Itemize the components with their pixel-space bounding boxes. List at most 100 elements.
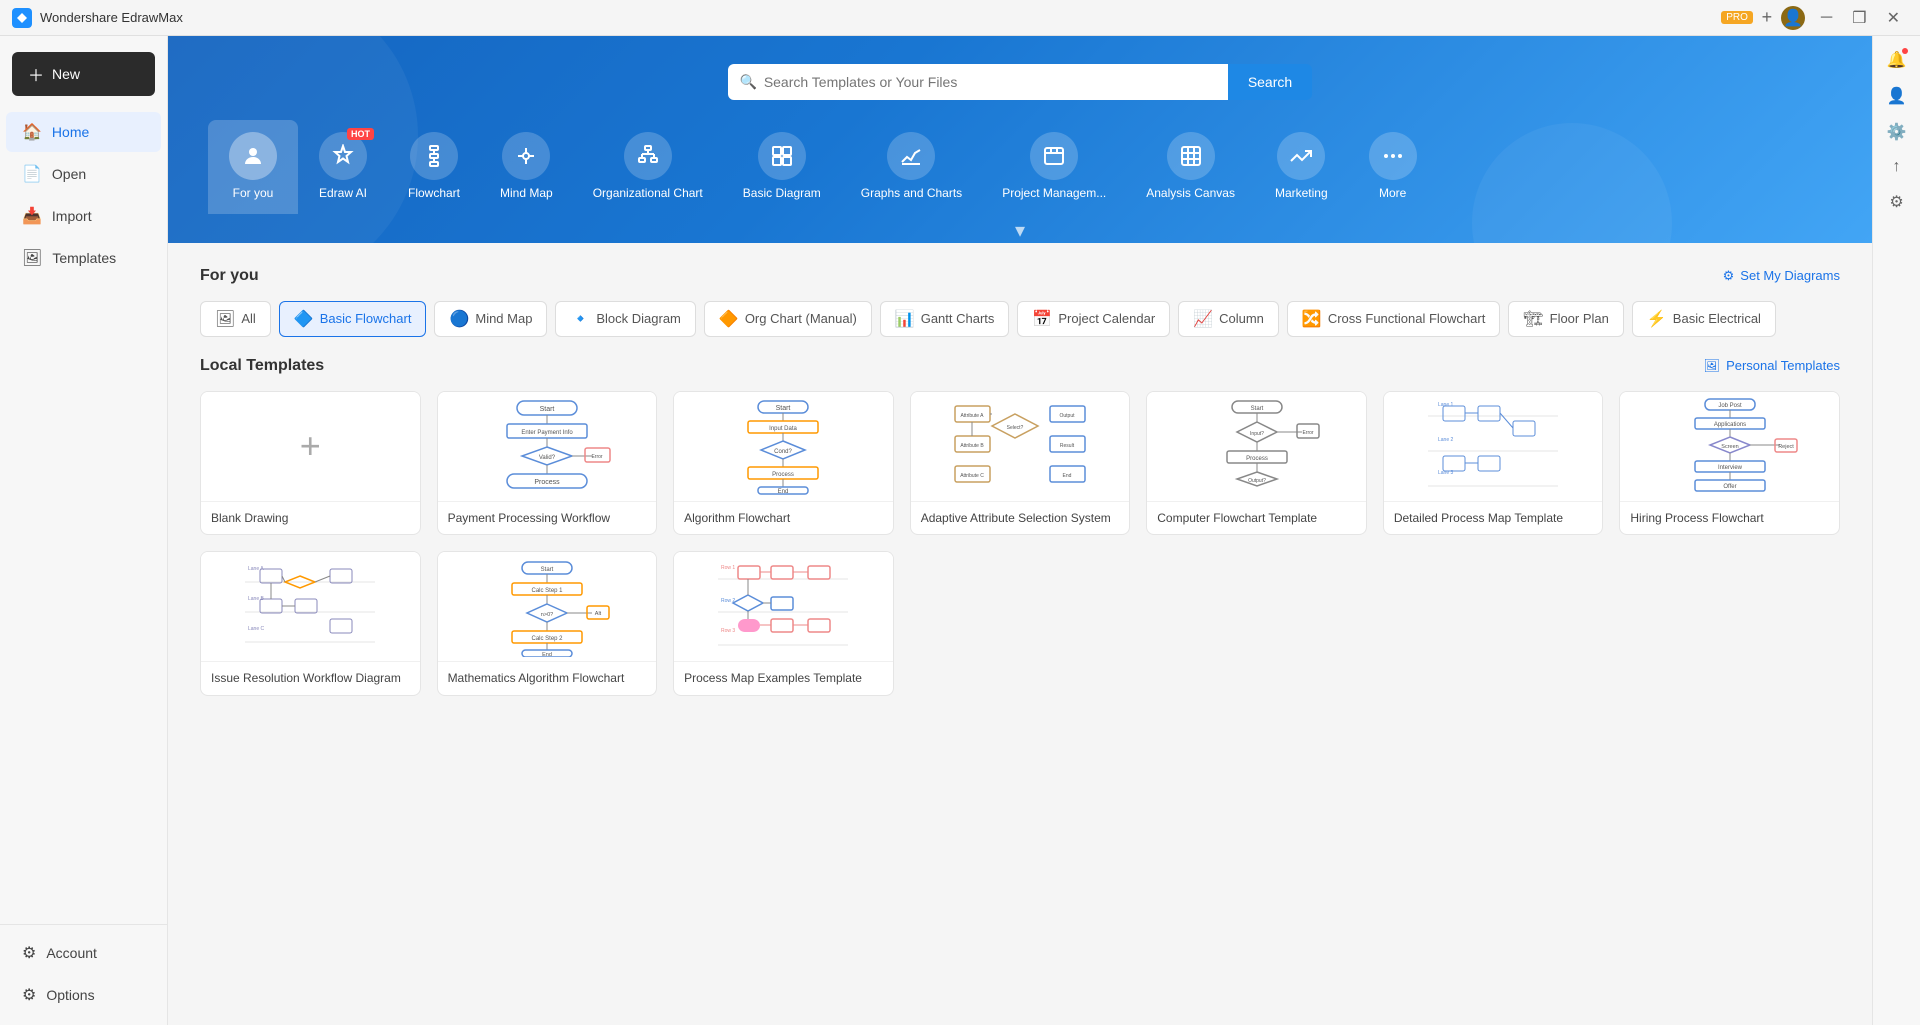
mind-map-icon bbox=[502, 132, 550, 180]
math-thumb: Start Calc Step 1 n>0? Calc Step 2 bbox=[438, 552, 657, 662]
pro-badge: PRO bbox=[1721, 11, 1753, 24]
filter-floor-plan[interactable]: 🏗 Floor Plan bbox=[1508, 301, 1624, 337]
svg-text:End: End bbox=[778, 489, 789, 495]
more-icon bbox=[1369, 132, 1417, 180]
right-icons-panel: 🔔 👤 ⚙️ ↑ ⚙ bbox=[1872, 36, 1920, 1025]
filter-basic-elec[interactable]: ⚡ Basic Electrical bbox=[1632, 301, 1776, 337]
new-button[interactable]: ＋ New bbox=[12, 52, 155, 96]
sidebar-item-import[interactable]: 📥 Import bbox=[6, 196, 161, 236]
app-logo bbox=[12, 8, 32, 28]
apps-button[interactable]: ⚙️ bbox=[1879, 116, 1915, 148]
search-button[interactable]: Search bbox=[1228, 64, 1312, 100]
svg-text:Process: Process bbox=[773, 472, 795, 478]
filter-column[interactable]: 📈 Column bbox=[1178, 301, 1279, 337]
category-label-edraw-ai: Edraw AI bbox=[319, 186, 367, 202]
filter-all[interactable]: 🖼 All bbox=[200, 301, 271, 337]
category-project[interactable]: Project Managem... bbox=[982, 120, 1126, 214]
basic-diagram-icon bbox=[758, 132, 806, 180]
svg-text:Start: Start bbox=[541, 567, 554, 573]
filter-label-gantt: Gantt Charts bbox=[921, 311, 995, 326]
app-body: ＋ New 🏠 Home 📄 Open 📥 Import 🖼 Templates… bbox=[0, 36, 1920, 1025]
hiring-thumb: Job Post Applications Screen Interview bbox=[1620, 392, 1839, 502]
template-card-algorithm[interactable]: Start Input Data Cond? Process bbox=[673, 391, 894, 536]
category-mind-map[interactable]: Mind Map bbox=[480, 120, 573, 214]
svg-text:Calc Step 2: Calc Step 2 bbox=[531, 636, 563, 642]
svg-text:End: End bbox=[1063, 473, 1072, 479]
svg-text:Row 3: Row 3 bbox=[721, 628, 735, 634]
category-label-more: More bbox=[1379, 186, 1406, 202]
filter-label-basic-elec: Basic Electrical bbox=[1673, 311, 1761, 326]
svg-text:Process: Process bbox=[1246, 456, 1268, 462]
template-card-math[interactable]: Start Calc Step 1 n>0? Calc Step 2 bbox=[437, 551, 658, 696]
hero-banner: 🔍 Search For you HOT Edraw AI bbox=[168, 36, 1872, 243]
search-input[interactable] bbox=[728, 64, 1228, 100]
filter-project-cal[interactable]: 📅 Project Calendar bbox=[1017, 301, 1170, 337]
category-graphs[interactable]: Graphs and Charts bbox=[841, 120, 982, 214]
filter-cross-func[interactable]: 🔀 Cross Functional Flowchart bbox=[1287, 301, 1500, 337]
local-templates-title: Local Templates bbox=[200, 357, 324, 375]
category-marketing[interactable]: Marketing bbox=[1255, 120, 1348, 214]
search-icon: 🔍 bbox=[740, 74, 757, 91]
filter-basic-flowchart[interactable]: 🔷 Basic Flowchart bbox=[279, 301, 427, 337]
column-icon: 📈 bbox=[1193, 309, 1213, 329]
template-card-computer[interactable]: Start Input? Process Output? bbox=[1146, 391, 1367, 536]
category-for-you[interactable]: For you bbox=[208, 120, 298, 214]
basic-elec-icon: ⚡ bbox=[1647, 309, 1667, 329]
category-label-for-you: For you bbox=[233, 186, 274, 202]
category-edraw-ai[interactable]: HOT Edraw AI bbox=[298, 120, 388, 214]
analysis-icon bbox=[1167, 132, 1215, 180]
category-label-mind-map: Mind Map bbox=[500, 186, 553, 202]
sidebar-item-options[interactable]: ⚙ Options bbox=[6, 975, 161, 1015]
template-card-adaptive[interactable]: Attribute A Attribute B Attribute C Sele… bbox=[910, 391, 1131, 536]
template-card-hiring[interactable]: Job Post Applications Screen Interview bbox=[1619, 391, 1840, 536]
filter-org-chart[interactable]: 🔶 Org Chart (Manual) bbox=[704, 301, 872, 337]
sidebar-item-open[interactable]: 📄 Open bbox=[6, 154, 161, 194]
org-chip-icon: 🔶 bbox=[719, 309, 739, 329]
set-diagrams-action[interactable]: ⚙ Set My Diagrams bbox=[1723, 268, 1840, 284]
close-button[interactable]: ✕ bbox=[1879, 8, 1908, 28]
category-label-basic-diagram: Basic Diagram bbox=[743, 186, 821, 202]
category-label-graphs: Graphs and Charts bbox=[861, 186, 962, 202]
detailed-name: Detailed Process Map Template bbox=[1384, 502, 1603, 535]
sidebar-item-home[interactable]: 🏠 Home bbox=[6, 112, 161, 152]
filter-block-diagram[interactable]: 🔹 Block Diagram bbox=[555, 301, 695, 337]
graphs-icon bbox=[887, 132, 935, 180]
filter-mind-map[interactable]: 🔵 Mind Map bbox=[434, 301, 547, 337]
personal-templates-action[interactable]: 🖼 Personal Templates bbox=[1704, 358, 1840, 374]
blank-name: Blank Drawing bbox=[201, 502, 420, 535]
svg-text:Enter Payment Info: Enter Payment Info bbox=[521, 430, 573, 436]
template-card-payment[interactable]: Start Enter Payment Info Valid? Process bbox=[437, 391, 658, 536]
local-templates-header: Local Templates 🖼 Personal Templates bbox=[200, 357, 1840, 375]
local-template-row-2: Lane A Lane B Lane C bbox=[200, 551, 1840, 696]
svg-text:Output: Output bbox=[1059, 413, 1075, 419]
local-template-row-1: + Blank Drawing Start Enter Payment Info bbox=[200, 391, 1840, 536]
svg-text:Select?: Select? bbox=[1007, 425, 1024, 431]
sidebar-item-templates[interactable]: 🖼 Templates bbox=[6, 238, 161, 278]
share-button[interactable]: ↑ bbox=[1885, 152, 1909, 182]
category-flowchart[interactable]: Flowchart bbox=[388, 120, 480, 214]
template-card-detailed[interactable]: Lane 1 Lane 2 Lane 3 bbox=[1383, 391, 1604, 536]
template-card-process-map[interactable]: Row 1 Row 2 Row 3 bbox=[673, 551, 894, 696]
notification-button[interactable]: 🔔 bbox=[1879, 44, 1915, 76]
sidebar-item-account[interactable]: ⚙ Account bbox=[6, 933, 161, 973]
template-card-issue[interactable]: Lane A Lane B Lane C bbox=[200, 551, 421, 696]
account-icon: ⚙ bbox=[22, 943, 36, 963]
restore-button[interactable]: ❒ bbox=[1844, 8, 1874, 28]
process-map-thumb: Row 1 Row 2 Row 3 bbox=[674, 552, 893, 662]
category-analysis[interactable]: Analysis Canvas bbox=[1126, 120, 1255, 214]
account-button[interactable]: 👤 bbox=[1879, 80, 1915, 112]
svg-text:n>0?: n>0? bbox=[541, 612, 553, 618]
filter-label-floor-plan: Floor Plan bbox=[1550, 311, 1609, 326]
category-more[interactable]: More bbox=[1348, 120, 1438, 214]
adaptive-name: Adaptive Attribute Selection System bbox=[911, 502, 1130, 535]
adaptive-thumb: Attribute A Attribute B Attribute C Sele… bbox=[911, 392, 1130, 502]
user-avatar[interactable]: 👤 bbox=[1781, 6, 1805, 30]
category-basic-diagram[interactable]: Basic Diagram bbox=[723, 120, 841, 214]
minimize-button[interactable]: ─ bbox=[1813, 9, 1840, 27]
settings-button[interactable]: ⚙ bbox=[1881, 186, 1911, 218]
category-org-chart[interactable]: Organizational Chart bbox=[573, 120, 723, 214]
hot-badge: HOT bbox=[347, 128, 374, 140]
filter-gantt[interactable]: 📊 Gantt Charts bbox=[880, 301, 1010, 337]
template-card-blank[interactable]: + Blank Drawing bbox=[200, 391, 421, 536]
new-tab-button[interactable]: + bbox=[1753, 4, 1781, 32]
